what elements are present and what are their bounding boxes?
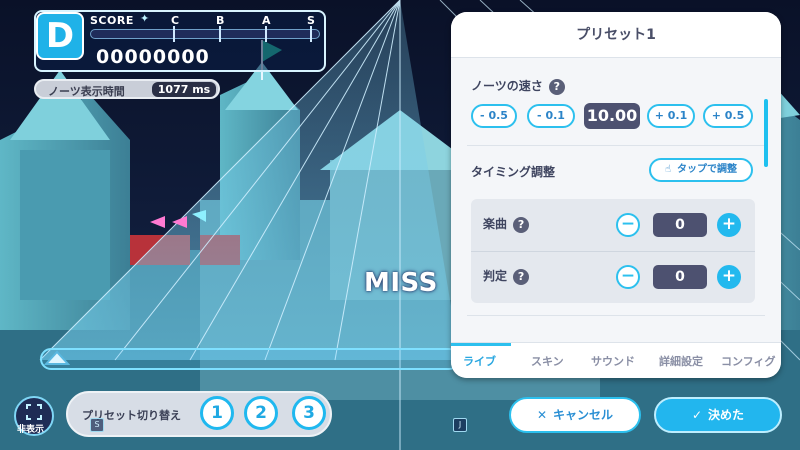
tab-config[interactable]: コンフィグ (721, 353, 775, 369)
music-offset-minus-button[interactable]: − (616, 213, 640, 237)
cancel-label: キャンセル (553, 408, 614, 422)
timing-adjust-box: 楽曲? − 0 + 判定? − 0 + (471, 199, 755, 303)
speed-minus-01-button[interactable]: - 0.1 (527, 104, 575, 128)
judge-offset-label: 判定? (483, 267, 530, 285)
row-divider (471, 251, 755, 252)
music-offset-value: 0 (653, 213, 707, 237)
note-display-time: ノーツ表示時間 1077 ms (34, 79, 220, 99)
settings-tab-bar: ライブ スキン サウンド 詳細設定 コンフィグ (451, 342, 781, 378)
note-speed-value: 10.00 (584, 103, 640, 129)
confirm-label: 決めた (708, 408, 745, 422)
score-gauge-tick (310, 26, 312, 42)
note-speed-label: ノーツの速さ (471, 79, 543, 93)
rank-letter-c: C (171, 14, 180, 27)
hide-ui-label: 非表示 (17, 425, 45, 435)
score-gauge (90, 29, 320, 39)
preset-1-button[interactable]: 1 (200, 396, 234, 430)
judge-offset-plus-button[interactable]: + (717, 265, 741, 289)
check-icon: ✓ (691, 408, 703, 422)
lane-key-s: S (90, 418, 104, 432)
score-gauge-tick (219, 26, 221, 42)
section-divider (467, 145, 765, 146)
music-offset-label: 楽曲? (483, 215, 530, 233)
expand-icon (26, 404, 42, 420)
confirm-button[interactable]: ✓ 決めた (654, 397, 782, 433)
timing-adjust-title: タイミング調整 (471, 165, 556, 179)
note-marker-icon (44, 350, 70, 365)
rank-letter-b: B (216, 14, 225, 27)
rank-letter-s: S (307, 14, 315, 27)
score-gauge-tick (173, 26, 175, 42)
judgement-line (40, 348, 460, 370)
help-icon[interactable]: ? (513, 268, 530, 285)
panel-scroll-area[interactable]: ノーツの速さ? - 0.5 - 0.1 10.00 + 0.1 + 0.5 タイ… (451, 59, 781, 335)
judgement-text: MISS (364, 268, 438, 298)
hand-tap-icon: ☝ (664, 164, 672, 175)
tab-skin[interactable]: スキン (531, 353, 564, 369)
panel-scrollbar[interactable] (764, 99, 768, 167)
tab-sound[interactable]: サウンド (591, 353, 635, 369)
score-label: SCORE (90, 14, 134, 27)
help-icon[interactable]: ? (513, 216, 530, 233)
judge-offset-value: 0 (653, 265, 707, 289)
speed-plus-05-button[interactable]: + 0.5 (703, 104, 753, 128)
note-display-time-value: 1077 ms (152, 82, 216, 97)
preset-2-button[interactable]: 2 (244, 396, 278, 430)
lane-key-j: J (453, 418, 467, 432)
preset-3-button[interactable]: 3 (292, 396, 326, 430)
tab-live[interactable]: ライブ (463, 353, 496, 369)
judge-offset-minus-button[interactable]: − (616, 265, 640, 289)
score-gauge-tick (265, 26, 267, 42)
tap-adjust-button[interactable]: ☝ タップで調整 (649, 158, 753, 182)
panel-title: プリセット1 (451, 12, 781, 58)
speed-plus-01-button[interactable]: + 0.1 (647, 104, 695, 128)
note-display-time-label: ノーツ表示時間 (48, 85, 125, 98)
help-icon[interactable]: ? (548, 78, 565, 95)
section-divider (467, 315, 765, 316)
note-speed-title: ノーツの速さ? (471, 77, 565, 95)
music-offset-plus-button[interactable]: + (717, 213, 741, 237)
speed-minus-05-button[interactable]: - 0.5 (471, 104, 517, 128)
sparkle-icon: ✦ (140, 12, 150, 25)
rank-badge: D (36, 12, 84, 60)
judge-offset-text: 判定 (483, 269, 508, 283)
score-value: 00000000 (96, 46, 210, 68)
music-offset-text: 楽曲 (483, 217, 508, 231)
close-icon: ✕ (536, 408, 548, 422)
preset-settings-panel: プリセット1 ノーツの速さ? - 0.5 - 0.1 10.00 + 0.1 +… (451, 12, 781, 378)
tab-advanced[interactable]: 詳細設定 (659, 353, 703, 369)
rank-letter-a: A (262, 14, 271, 27)
tap-adjust-label: タップで調整 (677, 164, 738, 175)
active-tab-indicator (451, 343, 511, 346)
cancel-button[interactable]: ✕ キャンセル (509, 397, 641, 433)
